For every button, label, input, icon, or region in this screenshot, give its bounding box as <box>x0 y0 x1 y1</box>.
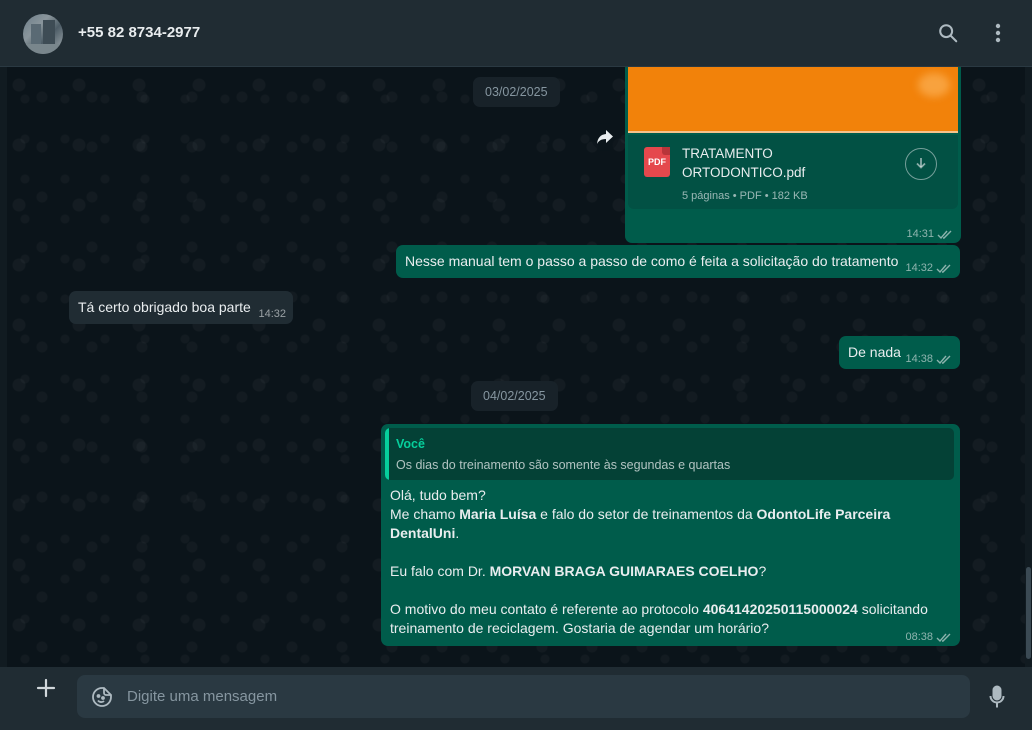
text-line: O motivo do meu contato é referente ao p… <box>390 600 950 638</box>
message-input[interactable] <box>127 675 957 718</box>
message-list[interactable]: 03/02/2025 PDF TRATAMENTO ORTODONTICO.pd… <box>7 67 1025 667</box>
text-line: Eu falo com Dr. MORVAN BRAGA GUIMARAES C… <box>390 562 950 581</box>
forward-icon[interactable] <box>591 123 619 151</box>
pdf-preview-image[interactable] <box>628 67 958 133</box>
double-check-icon <box>936 633 951 642</box>
message-text: Olá, tudo bem? Me chamo Maria Luísa e fa… <box>390 486 950 638</box>
message-outgoing[interactable]: De nada 14:38 <box>839 336 960 369</box>
date-separator: 04/02/2025 <box>471 381 558 411</box>
message-input-box[interactable] <box>77 675 970 718</box>
message-meta: 14:31 <box>906 228 953 240</box>
bold-protocol: 40641420250115000024 <box>702 601 858 617</box>
pdf-file-icon: PDF <box>644 147 670 177</box>
chat-header: +55 82 8734-2977 <box>0 0 1032 67</box>
search-icon[interactable] <box>935 20 961 46</box>
scrollbar-thumb[interactable] <box>1026 567 1031 659</box>
message-time: 14:32 <box>905 262 933 274</box>
message-incoming[interactable]: Tá certo obrigado boa parte 14:32 <box>69 291 293 324</box>
text-line: Olá, tudo bem? <box>390 487 486 503</box>
message-meta: 14:38 <box>905 353 952 365</box>
message-text: Nesse manual tem o passo a passo de como… <box>405 253 899 269</box>
quote-accent-bar <box>385 428 389 480</box>
text-span: ? <box>758 563 767 579</box>
message-meta: 08:38 <box>905 631 952 643</box>
text-span: Me chamo <box>390 506 460 522</box>
sticker-icon[interactable] <box>91 686 113 708</box>
date-separator: 03/02/2025 <box>473 77 560 107</box>
bold-name: Maria Luísa <box>459 506 537 522</box>
double-check-icon <box>937 230 952 239</box>
text-line: Me chamo Maria Luísa e falo do setor de … <box>390 505 950 543</box>
message-text: De nada <box>848 344 901 360</box>
message-time: 14:38 <box>905 353 933 365</box>
message-time: 14:32 <box>258 308 286 320</box>
message-time: 08:38 <box>905 631 933 643</box>
bold-doctor-name: MORVAN BRAGA GUIMARAES COELHO <box>489 563 759 579</box>
kebab-menu-icon[interactable] <box>985 20 1011 46</box>
pdf-preview-highlight <box>918 73 950 97</box>
avatar-ground <box>23 44 63 54</box>
text-span: O motivo do meu contato é referente ao p… <box>390 601 703 617</box>
double-check-icon <box>936 355 951 364</box>
message-outgoing[interactable]: Nesse manual tem o passo a passo de como… <box>396 245 960 278</box>
download-icon[interactable] <box>905 148 937 180</box>
microphone-icon[interactable] <box>985 684 1009 710</box>
message-meta: 14:32 <box>905 262 952 274</box>
text-span: . <box>455 525 460 541</box>
message-meta: 14:32 <box>258 308 286 320</box>
message-pdf-bubble[interactable]: PDF TRATAMENTO ORTODONTICO.pdf 5 páginas… <box>625 67 961 243</box>
message-outgoing-reply[interactable]: Você Os dias do treinamento são somente … <box>381 424 960 646</box>
left-edge <box>0 67 7 667</box>
pdf-file-info: 5 páginas • PDF • 182 KB <box>682 190 808 202</box>
attach-plus-icon[interactable] <box>33 675 59 701</box>
contact-avatar[interactable] <box>23 14 63 54</box>
contact-name[interactable]: +55 82 8734-2977 <box>78 24 200 41</box>
message-text: Tá certo obrigado boa parte <box>78 299 251 315</box>
pdf-attachment[interactable]: PDF TRATAMENTO ORTODONTICO.pdf 5 páginas… <box>628 135 958 209</box>
whatsapp-chat-window: +55 82 8734-2977 03/02/2025 PDF TRATAMEN… <box>0 0 1032 730</box>
quoted-author: Você <box>396 437 425 451</box>
text-span: Eu falo com Dr. <box>390 563 490 579</box>
message-time: 14:31 <box>906 228 934 240</box>
text-span: e falo do setor de treinamentos da <box>536 506 757 522</box>
double-check-icon <box>936 264 951 273</box>
pdf-file-name: TRATAMENTO ORTODONTICO.pdf <box>682 146 806 180</box>
quoted-text: Os dias do treinamento são somente às se… <box>396 458 731 472</box>
quoted-message[interactable]: Você Os dias do treinamento são somente … <box>385 428 954 480</box>
